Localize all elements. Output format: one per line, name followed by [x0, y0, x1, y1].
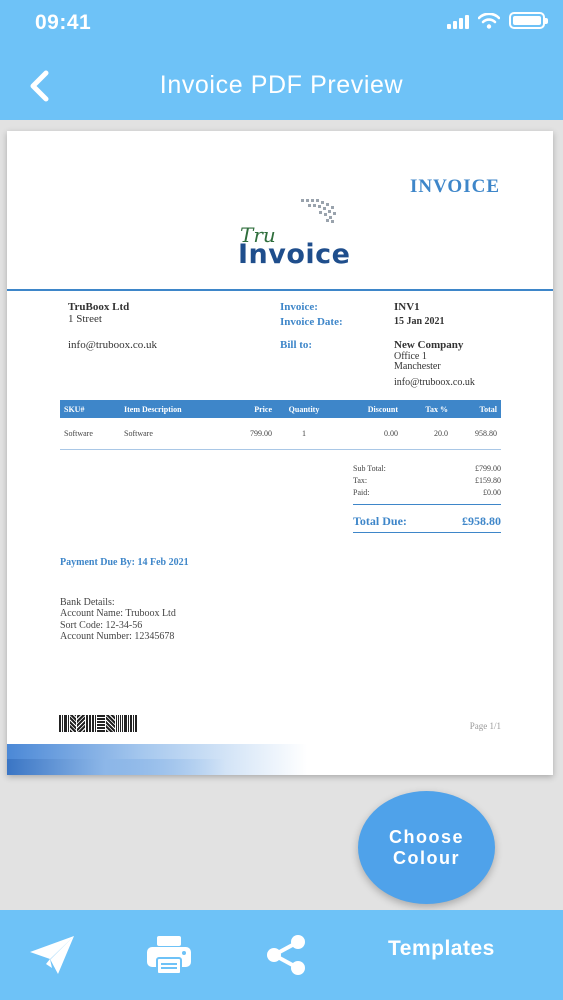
- bill-to-label: Bill to:: [280, 339, 313, 351]
- payment-due: Payment Due By: 14 Feb 2021: [60, 557, 189, 568]
- col-sku: SKU#: [60, 400, 120, 418]
- barcode-icon: [59, 715, 137, 732]
- total-due-value: £958.80: [462, 514, 501, 528]
- divider: [7, 289, 553, 291]
- cell-quantity: 1: [276, 418, 332, 450]
- status-time: 09:41: [35, 11, 92, 34]
- choose-colour-line2: Colour: [393, 847, 460, 868]
- sender-email: info@truboox.co.uk: [68, 339, 157, 351]
- cell-total: 958.80: [452, 418, 501, 450]
- logo-dots-icon: [301, 199, 336, 223]
- paper-plane-icon[interactable]: [28, 934, 76, 976]
- subtotal-value: £799.00: [475, 464, 501, 473]
- top-bar: 09:41 Invoice PDF Preview: [0, 0, 563, 120]
- total-due-row: Total Due: £958.80: [353, 514, 501, 529]
- bank-heading: Bank Details:: [60, 597, 115, 608]
- invoice-preview: INVOICE Tru Invoice TruBoox Ltd 1 Street…: [7, 131, 553, 775]
- tax-row: Tax: £159.80: [353, 476, 501, 485]
- paid-label: Paid:: [353, 488, 370, 497]
- wifi-icon: [478, 12, 500, 29]
- bill-to-company: New Company: [394, 339, 464, 351]
- page-title: Invoice PDF Preview: [159, 71, 404, 99]
- share-icon[interactable]: [264, 934, 308, 976]
- sender-name: TruBoox Ltd: [68, 301, 130, 313]
- cell-price: 799.00: [238, 418, 276, 450]
- col-tax: Tax %: [402, 400, 452, 418]
- bank-sort-code: Sort Code: 12-34-56: [60, 620, 143, 631]
- choose-colour-line1: Choose: [388, 826, 464, 847]
- logo-text-invoice: Invoice: [238, 239, 351, 270]
- col-quantity: Quantity: [276, 400, 332, 418]
- cell-tax: 20.0: [402, 418, 452, 450]
- col-total: Total: [452, 400, 501, 418]
- bank-account-name: Account Name: Truboox Ltd: [60, 608, 176, 619]
- bottom-bar: Templates: [0, 910, 563, 1000]
- page-number: Page 1/1: [469, 721, 501, 731]
- invoice-heading: INVOICE: [409, 176, 500, 197]
- invoice-date-label: Invoice Date:: [280, 316, 343, 328]
- table-row: Software Software 799.00 1 0.00 20.0 958…: [60, 418, 501, 450]
- line-items-table: SKU# Item Description Price Quantity Dis…: [60, 400, 501, 450]
- bill-to-line2: Manchester: [394, 361, 441, 372]
- invoice-date-value: 15 Jan 2021: [394, 316, 445, 327]
- col-price: Price: [238, 400, 276, 418]
- printer-icon[interactable]: [145, 934, 193, 976]
- battery-icon: [509, 12, 548, 29]
- col-description: Item Description: [120, 400, 238, 418]
- cell-sku: Software: [60, 418, 120, 450]
- summary-divider: [353, 504, 501, 505]
- total-due-label: Total Due:: [353, 514, 407, 528]
- sender-street: 1 Street: [68, 313, 102, 325]
- choose-colour-button[interactable]: Choose Colour: [358, 791, 495, 904]
- subtotal-row: Sub Total: £799.00: [353, 464, 501, 473]
- invoice-number-value: INV1: [394, 301, 420, 313]
- tax-label: Tax:: [353, 476, 368, 485]
- bank-account-number: Account Number: 12345678: [60, 631, 175, 642]
- invoice-number-label: Invoice:: [280, 301, 318, 313]
- subtotal-label: Sub Total:: [353, 464, 386, 473]
- status-icons: [447, 12, 548, 29]
- cell-description: Software: [120, 418, 238, 450]
- cell-discount: 0.00: [332, 418, 402, 450]
- col-discount: Discount: [332, 400, 402, 418]
- total-divider: [353, 532, 501, 533]
- templates-button[interactable]: Templates: [388, 937, 495, 961]
- signal-icon: [447, 13, 469, 29]
- footer-decoration-dark: [7, 759, 553, 775]
- paid-value: £0.00: [483, 488, 501, 497]
- bill-to-email: info@truboox.co.uk: [394, 377, 475, 388]
- paid-row: Paid: £0.00: [353, 488, 501, 497]
- tax-value: £159.80: [475, 476, 501, 485]
- table-header-row: SKU# Item Description Price Quantity Dis…: [60, 400, 501, 418]
